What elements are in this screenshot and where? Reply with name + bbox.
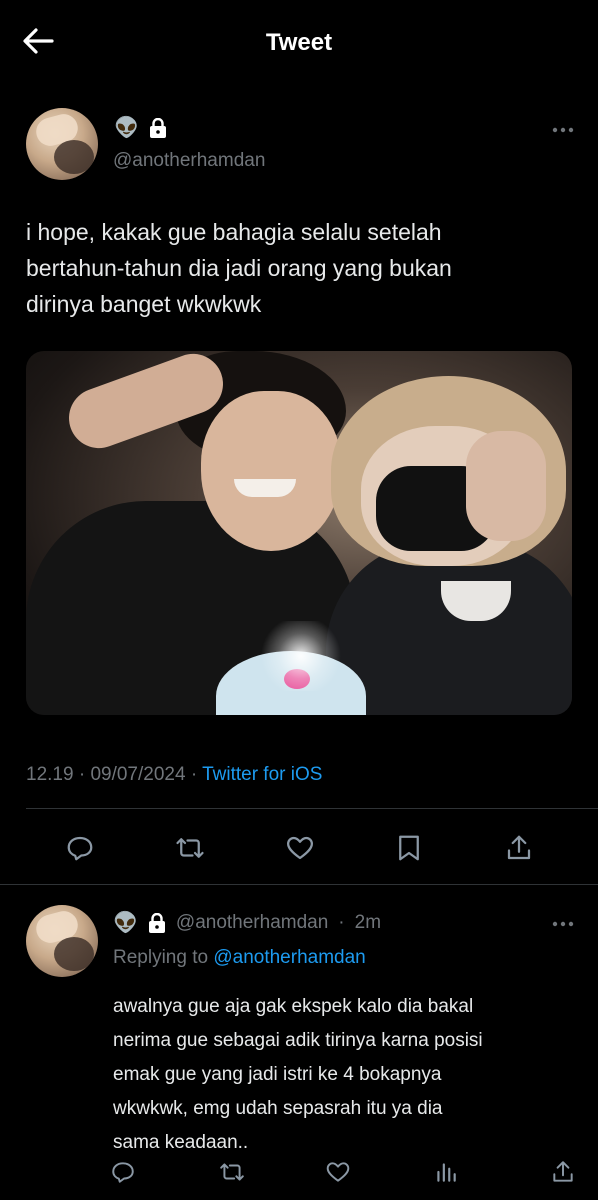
more-options-icon[interactable] xyxy=(552,126,574,134)
tweet-time: 12.19 xyxy=(26,764,74,785)
author-handle[interactable]: @anotherhamdan xyxy=(113,150,265,172)
reply-text-line: awalnya gue aja gak ekspek kalo dia baka… xyxy=(113,996,474,1017)
reply-reply-button[interactable] xyxy=(106,1155,140,1189)
share-button[interactable] xyxy=(502,831,536,865)
divider xyxy=(26,808,598,809)
alien-emoji: 👽 xyxy=(113,912,138,934)
views-icon xyxy=(437,1163,456,1182)
tweet-text: i hope, kakak gue bahagia selalu setelah… xyxy=(26,214,574,322)
reply-share-button[interactable] xyxy=(546,1155,580,1189)
tweet-source-link[interactable]: Twitter for iOS xyxy=(202,764,322,785)
reply-icon xyxy=(112,1162,134,1183)
reply-author-avatar[interactable] xyxy=(26,905,98,977)
like-icon xyxy=(287,836,313,860)
reply-text-line: wkwkwk, emg udah sepasrah itu ya dia xyxy=(113,1098,443,1119)
reply-retweet-button[interactable] xyxy=(215,1155,249,1189)
replying-to: Replying to @anotherhamdan xyxy=(113,947,366,969)
share-icon xyxy=(553,1161,573,1182)
reply-author-handle[interactable]: @anotherhamdan xyxy=(176,912,328,934)
reply-text-line: nerima gue sebagai adik tirinya karna po… xyxy=(113,1030,483,1051)
divider xyxy=(0,884,598,885)
replying-to-mention[interactable]: @anotherhamdan xyxy=(213,947,365,968)
bookmark-icon xyxy=(399,835,419,861)
reply-like-button[interactable] xyxy=(321,1155,355,1189)
reply-icon xyxy=(67,836,93,861)
meta-separator: · xyxy=(78,764,86,785)
top-bar: Tweet xyxy=(0,0,598,84)
tweet-text-line: dirinya banget wkwkwk xyxy=(26,291,262,317)
tweet-text-line: i hope, kakak gue bahagia selalu setelah xyxy=(26,219,442,245)
tweet-photo[interactable] xyxy=(26,351,572,715)
tweet-meta: 12.19 · 09/07/2024 · Twitter for iOS xyxy=(26,764,322,786)
retweet-icon xyxy=(176,838,204,858)
more-options-icon[interactable] xyxy=(552,920,574,928)
reply-author-row: 👽 @anotherhamdan · 2m xyxy=(113,912,381,934)
bookmark-button[interactable] xyxy=(392,831,426,865)
author-avatar[interactable] xyxy=(26,108,98,180)
retweet-button[interactable] xyxy=(173,831,207,865)
reply-text-line: emak gue yang jadi istri ke 4 bokapnya xyxy=(113,1064,442,1085)
author-name[interactable]: 👽 xyxy=(114,117,167,139)
alien-emoji: 👽 xyxy=(114,117,139,139)
retweet-icon xyxy=(220,1163,244,1181)
meta-separator: · xyxy=(338,912,345,933)
tweet-text-line: bertahun-tahun dia jadi orang yang bukan xyxy=(26,255,452,281)
reply-time: 2m xyxy=(354,912,382,933)
tweet-date: 09/07/2024 xyxy=(90,764,186,785)
reply-button[interactable] xyxy=(63,831,97,865)
reply-text: awalnya gue aja gak ekspek kalo dia baka… xyxy=(113,990,573,1160)
lock-icon xyxy=(149,118,166,138)
meta-separator: · xyxy=(190,764,198,785)
lock-icon xyxy=(148,913,165,933)
page-title: Tweet xyxy=(265,29,333,56)
like-button[interactable] xyxy=(283,831,317,865)
like-icon xyxy=(326,1162,350,1182)
share-icon xyxy=(507,835,531,860)
replying-to-label: Replying to xyxy=(113,947,209,968)
reply-views-button[interactable] xyxy=(429,1155,463,1189)
